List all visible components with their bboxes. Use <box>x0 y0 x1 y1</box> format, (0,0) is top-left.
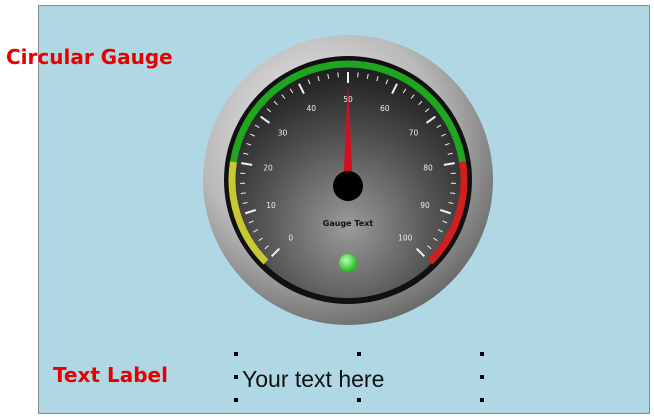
resize-handle-bottom[interactable] <box>357 398 361 402</box>
gauge-indicator-light <box>339 254 357 272</box>
resize-handle-top[interactable] <box>357 352 361 356</box>
resize-handle-bottom-left[interactable] <box>234 398 238 402</box>
circular-gauge-annotation: Circular Gauge <box>6 45 173 69</box>
gauge-tick-label: 60 <box>380 104 390 113</box>
gauge-caption: Gauge Text <box>323 219 374 228</box>
gauge-minor-tick <box>240 192 246 195</box>
text-label-annotation: Text Label <box>53 363 168 387</box>
resize-handle-left[interactable] <box>234 375 238 379</box>
gauge-tick-label: 40 <box>306 104 316 113</box>
gauge-tick-label: 70 <box>409 128 419 137</box>
gauge-tick-label: 80 <box>423 163 433 172</box>
gauge-tick-label: 0 <box>288 233 293 242</box>
resize-handle-top-left[interactable] <box>234 352 238 356</box>
resize-handle-bottom-right[interactable] <box>480 398 484 402</box>
gauge-tick-label: 10 <box>266 201 276 210</box>
gauge-minor-tick <box>450 192 456 195</box>
text-label-widget[interactable]: Your text here <box>234 352 484 402</box>
gauge-tick-label: 30 <box>278 128 288 137</box>
resize-handle-top-right[interactable] <box>480 352 484 356</box>
circular-gauge[interactable]: 0102030405060708090100 Gauge Text <box>202 34 494 326</box>
gauge-tick-label: 100 <box>398 233 413 242</box>
gauge-tick-label: 20 <box>263 163 273 172</box>
resize-handle-right[interactable] <box>480 375 484 379</box>
gauge-hub <box>333 171 363 201</box>
gauge-tick-label: 90 <box>420 201 430 210</box>
text-label-value[interactable]: Your text here <box>242 366 384 393</box>
